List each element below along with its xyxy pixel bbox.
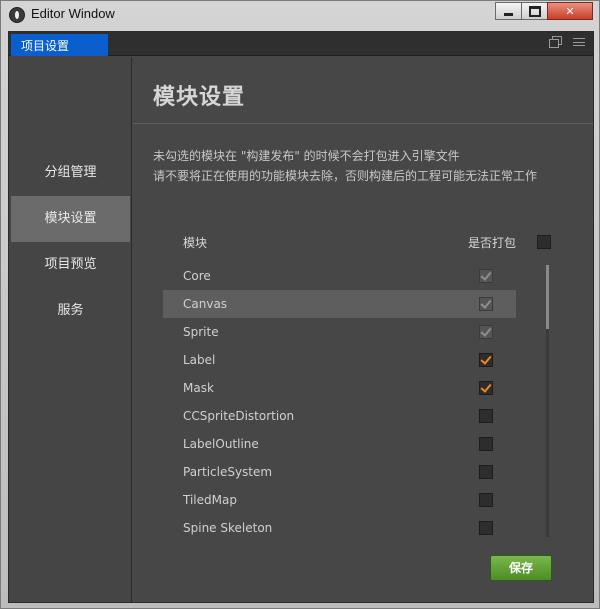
module-checkbox[interactable] [479, 353, 493, 367]
module-checkbox[interactable] [479, 493, 493, 507]
module-name: CCSpriteDistortion [183, 409, 295, 423]
module-name: Spine Skeleton [183, 521, 273, 535]
module-name: Mask [183, 381, 214, 395]
panel-menu-icon[interactable] [573, 36, 585, 48]
settings-sidebar: 分组管理 模块设置 项目预览 服务 [9, 57, 132, 602]
module-name: Core [183, 269, 211, 283]
module-checkbox[interactable] [479, 409, 493, 423]
close-button[interactable]: ✕ [547, 2, 593, 20]
app-logo-icon [9, 7, 25, 23]
module-list: Core Canvas Sprite Label Mask CCSpriteDi… [163, 262, 517, 542]
client-area: 项目设置 分组管理 模块设置 项目预览 服务 模块设置 未勾选的模块在 "构建发… [8, 31, 594, 603]
column-header-module: 模块 [183, 236, 208, 250]
module-row-tiledmap[interactable]: TiledMap [163, 486, 516, 514]
panel-tab-bar: 项目设置 [9, 32, 593, 56]
module-checkbox[interactable] [479, 437, 493, 451]
window-controls: ✕ [495, 2, 593, 20]
module-row-core[interactable]: Core [163, 262, 516, 290]
module-checkbox[interactable] [479, 381, 493, 395]
module-name: ParticleSystem [183, 465, 273, 479]
module-row-sprite[interactable]: Sprite [163, 318, 516, 346]
module-checkbox[interactable] [479, 465, 493, 479]
sidebar-item-services[interactable]: 服务 [11, 288, 130, 334]
module-row-spine-skeleton[interactable]: Spine Skeleton [163, 514, 516, 542]
maximize-button[interactable] [521, 2, 548, 20]
tab-tools [549, 36, 585, 48]
save-button[interactable]: 保存 [490, 555, 552, 581]
module-row-particlesystem[interactable]: ParticleSystem [163, 458, 516, 486]
module-checkbox [479, 325, 493, 339]
select-all-checkbox[interactable] [537, 235, 551, 249]
editor-window: Editor Window ✕ 项目设置 分组管理 模块设置 项目预览 服务 模… [0, 0, 600, 609]
module-name: Canvas [183, 297, 228, 311]
notice-text: 未勾选的模块在 "构建发布" 的时候不会打包进入引擎文件 请不要将正在使用的功能… [153, 146, 537, 186]
module-row-label[interactable]: Label [163, 346, 516, 374]
scrollbar-thumb[interactable] [546, 265, 549, 329]
module-row-labeloutline[interactable]: LabelOutline [163, 430, 516, 458]
minimize-button[interactable] [495, 2, 522, 20]
module-settings-panel: 模块设置 未勾选的模块在 "构建发布" 的时候不会打包进入引擎文件 请不要将正在… [133, 57, 593, 602]
module-checkbox [479, 269, 493, 283]
title-bar[interactable]: Editor Window ✕ [1, 1, 599, 31]
column-header-pack: 是否打包 [468, 236, 517, 250]
sidebar-item-groups[interactable]: 分组管理 [11, 150, 130, 196]
module-row-mask[interactable]: Mask [163, 374, 516, 402]
module-checkbox[interactable] [479, 521, 493, 535]
module-row-ccspritedistortion[interactable]: CCSpriteDistortion [163, 402, 516, 430]
tab-project-settings[interactable]: 项目设置 [11, 34, 108, 56]
module-name: Label [183, 353, 216, 367]
notice-line-1: 未勾选的模块在 "构建发布" 的时候不会打包进入引擎文件 [153, 149, 460, 163]
module-name: TiledMap [183, 493, 237, 507]
module-name: LabelOutline [183, 437, 259, 451]
module-row-canvas[interactable]: Canvas [163, 290, 516, 318]
popout-icon[interactable] [549, 36, 562, 48]
sidebar-item-modules[interactable]: 模块设置 [11, 196, 130, 242]
page-title: 模块设置 [153, 85, 246, 110]
title-divider [133, 123, 593, 124]
module-checkbox [479, 297, 493, 311]
window-title: Editor Window [31, 6, 115, 21]
module-name: Sprite [183, 325, 219, 339]
sidebar-item-preview[interactable]: 项目预览 [11, 242, 130, 288]
notice-line-2: 请不要将正在使用的功能模块去除，否则构建后的工程可能无法正常工作 [153, 169, 538, 183]
